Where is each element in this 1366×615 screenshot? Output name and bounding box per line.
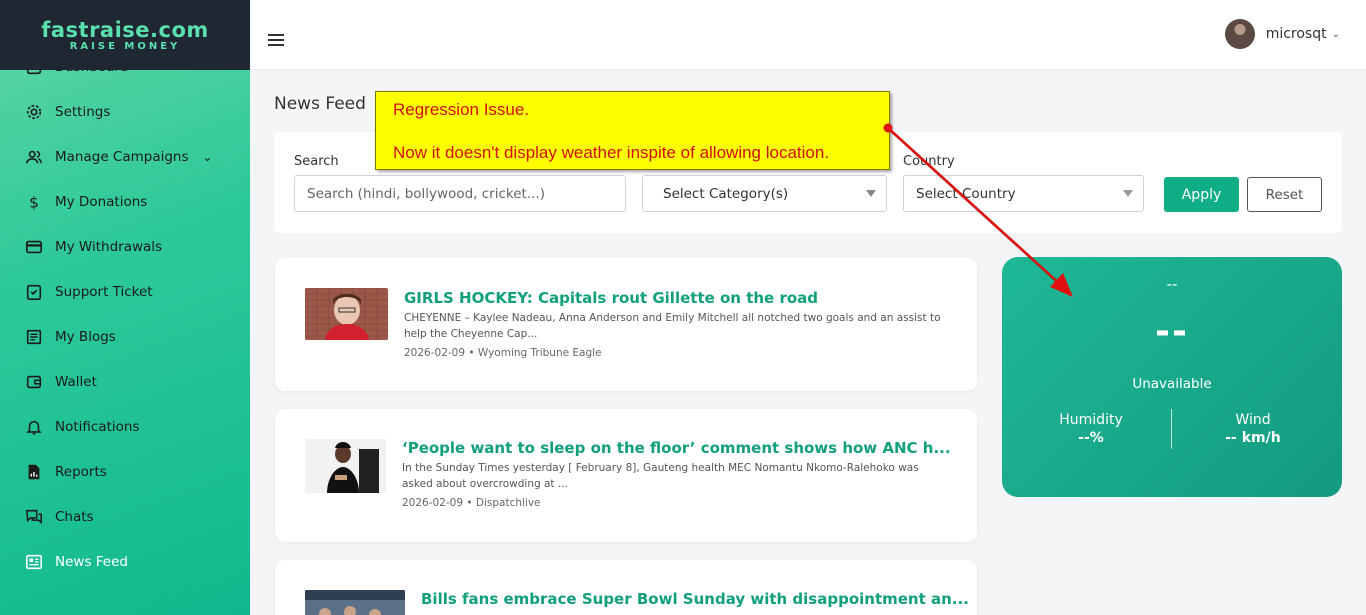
ticket-icon	[24, 282, 44, 302]
sidebar-item-reports[interactable]: Reports	[0, 449, 250, 494]
search-placeholder: Search (hindi, bollywood, cricket...)	[307, 185, 545, 202]
dollar-icon: $	[24, 192, 44, 212]
news-card[interactable]: GIRLS HOCKEY: Capitals rout Gillette on …	[275, 258, 977, 391]
sidebar-item-my-donations[interactable]: $ My Donations	[0, 179, 250, 224]
sidebar-nav: Dashboard Settings Manage Campaigns ⌄ $ …	[0, 44, 250, 584]
news-meta: 2026-02-09 • Wyoming Tribune Eagle	[404, 347, 602, 359]
annotation-line-2: Now it doesn't display weather inspite o…	[393, 143, 830, 162]
page-title: News Feed	[274, 94, 366, 114]
news-card[interactable]: Bills fans embrace Super Bowl Sunday wit…	[275, 560, 977, 615]
brand-tagline: RAISE MONEY	[69, 41, 181, 52]
news-description: CHEYENNE – Kaylee Nadeau, Anna Anderson …	[404, 312, 941, 340]
wind-value: -- km/h	[1225, 430, 1281, 446]
sidebar-item-label: News Feed	[55, 553, 128, 570]
sidebar-item-label: My Blogs	[55, 328, 116, 345]
country-label: Country	[903, 154, 955, 169]
username[interactable]: microsqt	[1266, 26, 1327, 42]
news-description: In the Sunday Times yesterday [ February…	[402, 462, 919, 490]
weather-wind: Wind -- km/h	[1168, 412, 1338, 446]
chevron-down-icon: ⌄	[202, 149, 213, 164]
humidity-value: --%	[1078, 430, 1104, 446]
brand-logo[interactable]: fastraise.com RAISE MONEY	[0, 0, 250, 70]
news-thumbnail[interactable]	[305, 590, 405, 615]
caret-down-icon	[866, 190, 876, 197]
user-menu[interactable]: microsqt ⌄	[1224, 19, 1340, 49]
sidebar: Dashboard Settings Manage Campaigns ⌄ $ …	[0, 0, 250, 615]
sidebar-item-manage-campaigns[interactable]: Manage Campaigns ⌄	[0, 134, 250, 179]
wind-label: Wind	[1235, 412, 1271, 428]
document-icon	[24, 327, 44, 347]
sidebar-item-label: My Withdrawals	[55, 238, 163, 255]
news-card[interactable]: ‘People want to sleep on the floor’ comm…	[275, 409, 977, 542]
svg-text:$: $	[29, 193, 39, 211]
caret-down-icon	[1123, 190, 1133, 197]
annotation-line-1: Regression Issue.	[393, 100, 530, 119]
sidebar-item-my-withdrawals[interactable]: My Withdrawals	[0, 224, 250, 269]
annotation-callout: Regression Issue. Now it doesn't display…	[375, 91, 890, 170]
sidebar-item-chats[interactable]: Chats	[0, 494, 250, 539]
chat-icon	[24, 507, 44, 527]
sidebar-item-label: Support Ticket	[55, 283, 153, 300]
news-thumbnail[interactable]	[305, 439, 386, 493]
wallet-icon	[24, 372, 44, 392]
humidity-label: Humidity	[1059, 412, 1123, 428]
news-title[interactable]: ‘People want to sleep on the floor’ comm…	[402, 439, 951, 457]
brand-name: fastraise.com	[41, 18, 209, 42]
search-input[interactable]: Search (hindi, bollywood, cricket...)	[294, 175, 626, 212]
news-title[interactable]: GIRLS HOCKEY: Capitals rout Gillette on …	[404, 289, 818, 307]
top-bar: microsqt ⌄	[250, 0, 1366, 70]
reset-button[interactable]: Reset	[1247, 177, 1322, 212]
sidebar-item-news-feed[interactable]: News Feed	[0, 539, 250, 584]
country-select[interactable]: Select Country	[903, 175, 1144, 212]
sidebar-item-settings[interactable]: Settings	[0, 89, 250, 134]
gear-icon	[24, 102, 44, 122]
category-select-value: Select Category(s)	[663, 185, 789, 202]
avatar[interactable]	[1224, 19, 1255, 49]
weather-humidity: Humidity --%	[1006, 412, 1176, 446]
sidebar-item-label: Chats	[55, 508, 94, 525]
report-icon	[24, 462, 44, 482]
sidebar-item-label: Reports	[55, 463, 107, 480]
sidebar-item-wallet[interactable]: Wallet	[0, 359, 250, 404]
sidebar-item-label: Notifications	[55, 418, 140, 435]
weather-description: Unavailable	[1132, 376, 1212, 392]
weather-temperature: --	[1155, 311, 1189, 352]
news-title[interactable]: Bills fans embrace Super Bowl Sunday wit…	[421, 590, 969, 608]
news-meta: 2026-02-09 • Dispatchlive	[402, 497, 541, 509]
sidebar-item-label: My Donations	[55, 193, 148, 210]
hamburger-menu-icon[interactable]	[268, 34, 284, 49]
sidebar-item-label: Wallet	[55, 373, 97, 390]
sidebar-item-label: Settings	[55, 103, 111, 120]
search-label: Search	[294, 154, 339, 169]
sidebar-item-notifications[interactable]: Notifications	[0, 404, 250, 449]
newspaper-icon	[24, 552, 44, 572]
sidebar-item-label: Manage Campaigns	[55, 148, 189, 165]
chevron-down-icon[interactable]: ⌄	[1332, 29, 1340, 40]
country-select-value: Select Country	[916, 185, 1016, 202]
bell-icon	[24, 417, 44, 437]
apply-button[interactable]: Apply	[1164, 177, 1239, 212]
users-icon	[24, 147, 44, 167]
category-select[interactable]: Select Category(s)	[642, 175, 887, 212]
credit-card-icon	[24, 237, 44, 257]
weather-widget: -- -- Unavailable Humidity --% Wind -- k…	[1002, 257, 1342, 497]
sidebar-item-my-blogs[interactable]: My Blogs	[0, 314, 250, 359]
sidebar-item-support-ticket[interactable]: Support Ticket	[0, 269, 250, 314]
news-thumbnail[interactable]	[305, 288, 388, 340]
weather-location: --	[1166, 275, 1178, 293]
